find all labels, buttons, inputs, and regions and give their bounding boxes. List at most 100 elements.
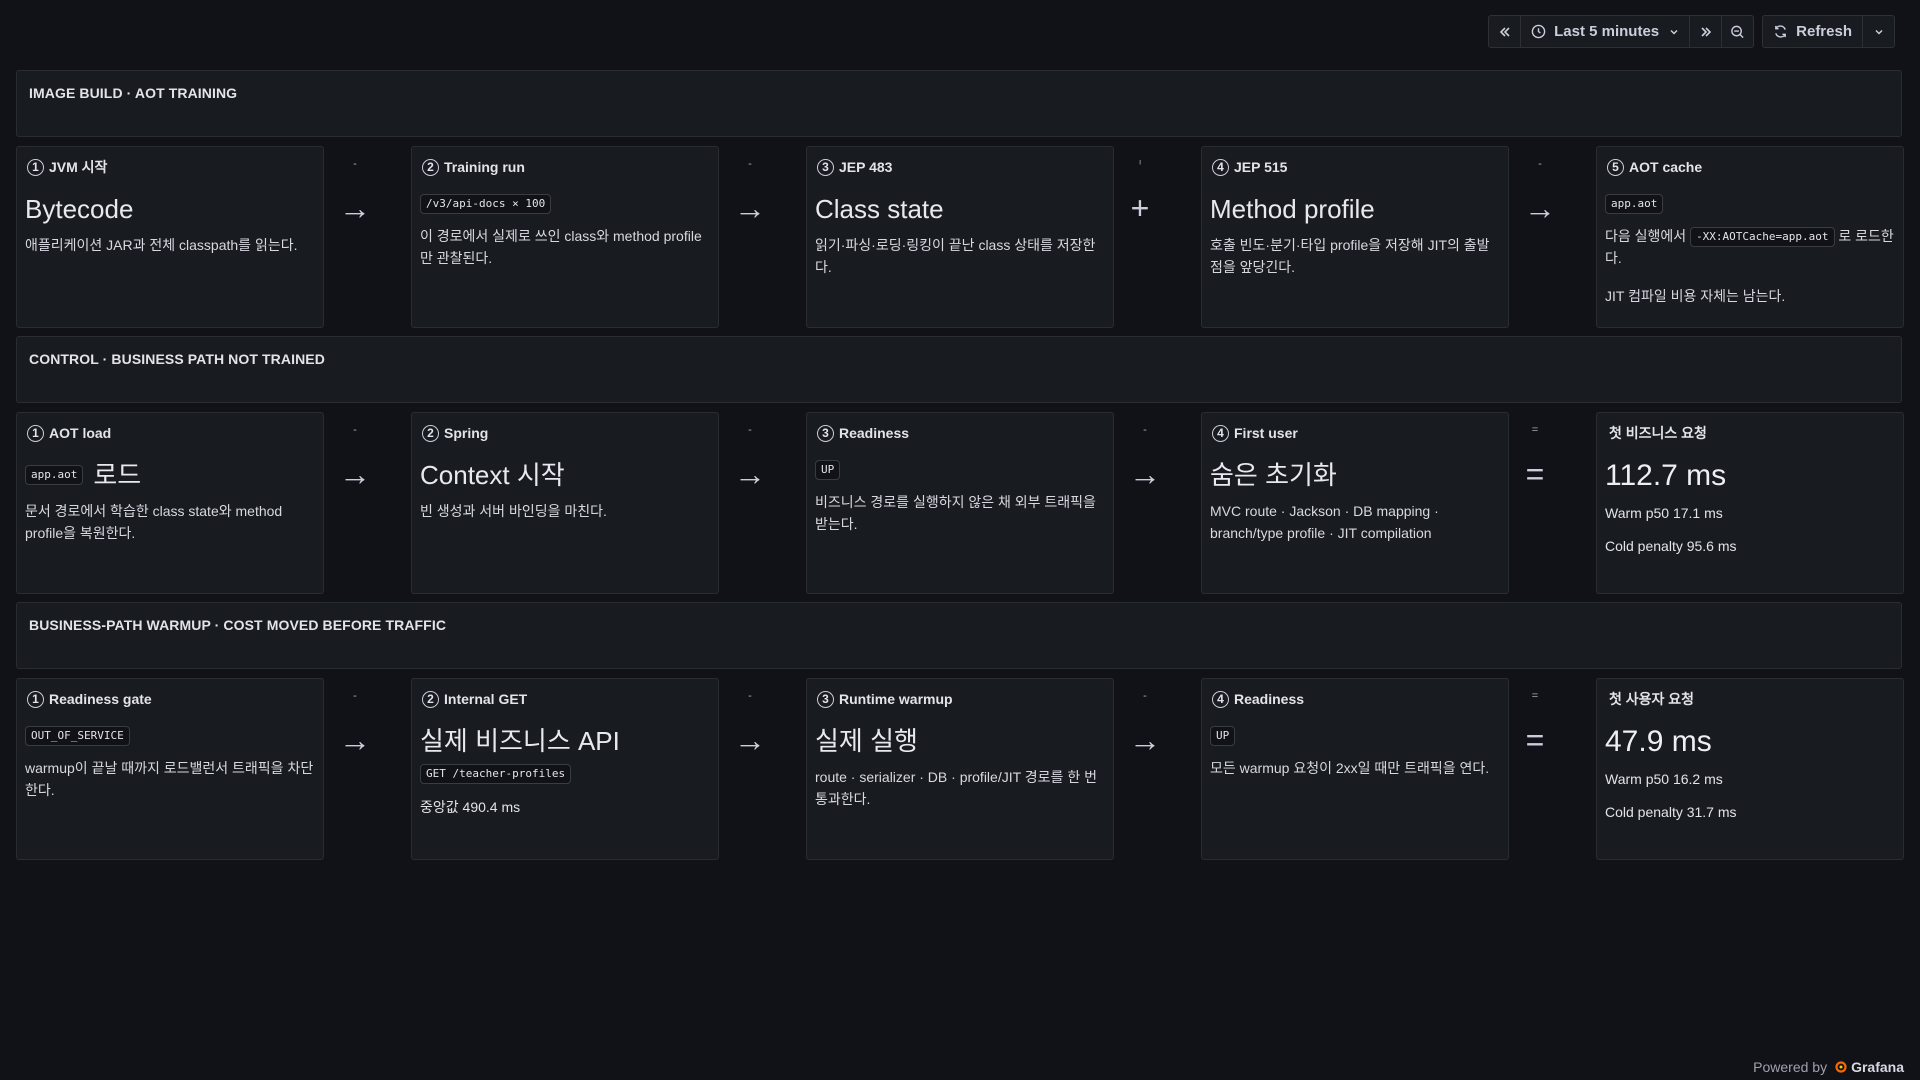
panel-title: JVM 시작 <box>49 159 108 175</box>
panel-readiness-up[interactable]: 4 Readiness UP 모든 warmup 요청이 2xx일 때만 트래픽을… <box>1201 678 1509 860</box>
panel-internal-get[interactable]: 2 Internal GET 실제 비즈니스 API GET /teacher-p… <box>411 678 719 860</box>
time-range-picker[interactable]: Last 5 minutes <box>1521 16 1691 47</box>
arrow-right-icon: → <box>339 722 371 758</box>
section-row-warmup[interactable]: BUSINESS-PATH WARMUP · COST MOVED BEFORE… <box>16 602 1902 669</box>
panel-header: 4 First user <box>1210 423 1500 443</box>
plus-icon: + <box>1130 190 1150 226</box>
panel-title: Internal GET <box>444 691 528 707</box>
arrow-right-icon: → <box>734 456 766 492</box>
step-number-icon: 1 <box>27 690 44 708</box>
panel-title: AOT cache <box>1629 159 1703 175</box>
panel-title: 첫 비즈니스 요청 <box>1609 425 1707 441</box>
arrow-right-icon: → <box>734 190 766 226</box>
panel-title: JEP 515 <box>1234 159 1288 175</box>
panel-readiness-gate[interactable]: 1 Readiness gate OUT_OF_SERVICE warmup이 끝… <box>16 678 324 860</box>
panel-description: 호출 빈도·분기·타입 profile을 저장해 JIT의 출발점을 앞당긴다. <box>1210 237 1490 275</box>
step-number-icon: 5 <box>1607 158 1624 176</box>
warm-p50-stat: Warm p50 16.2 ms <box>1605 771 1723 787</box>
panel-note: JIT 컴파일 비용 자체는 남는다. <box>1605 288 1786 305</box>
panel-first-user[interactable]: 4 First user 숨은 초기화 MVC route · Jackson ·… <box>1201 412 1509 594</box>
powered-by-footer[interactable]: Powered by Grafana <box>1753 1059 1904 1075</box>
double-chevron-right-icon <box>1701 26 1711 37</box>
metric-value: 112.7 ms <box>1605 459 1727 492</box>
panel-headline: 로드 <box>93 460 142 490</box>
chevron-down-icon <box>1670 29 1678 35</box>
grafana-brand: Grafana <box>1851 1059 1904 1075</box>
panel-header: 3 JEP 483 <box>815 157 1105 177</box>
zoom-out-button[interactable] <box>1722 16 1753 47</box>
step-number-icon: 1 <box>27 158 44 176</box>
panel-description: MVC route · Jackson · DB mapping · branc… <box>1210 503 1439 541</box>
section-title: CONTROL · BUSINESS PATH NOT TRAINED <box>29 351 325 367</box>
equals-icon: = <box>1525 456 1545 492</box>
panel-headline: 실제 비즈니스 API <box>420 726 620 756</box>
panel-title: Runtime warmup <box>839 691 953 707</box>
panel-training-run[interactable]: 2 Training run /v3/api-docs × 100 이 경로에서 … <box>411 146 719 328</box>
shift-back-button[interactable] <box>1489 16 1522 47</box>
panel-title: JEP 483 <box>839 159 893 175</box>
panel-header: 2 Training run <box>420 157 710 177</box>
panel-readiness[interactable]: 3 Readiness UP 비즈니스 경로를 실행하지 않은 채 외부 트래픽을… <box>806 412 1114 594</box>
step-number-icon: 2 <box>422 158 439 176</box>
panel-headline: Class state <box>815 194 944 224</box>
panel-spring[interactable]: 2 Spring Context 시작 빈 생성과 서버 바인딩을 마친다. <box>411 412 719 594</box>
metric-value: 47.9 ms <box>1605 725 1712 758</box>
panel-description: 다음 실행에서 -XX:AOTCache=app.aot 로 로드한다. <box>1605 227 1894 267</box>
panel-description: 빈 생성과 서버 바인딩을 마친다. <box>420 503 607 519</box>
panel-first-user-request[interactable]: 첫 사용자 요청 47.9 ms Warm p50 16.2 ms Cold p… <box>1596 678 1904 860</box>
panel-headline: Context 시작 <box>420 460 565 490</box>
arrow-right-icon: → <box>1129 722 1161 758</box>
panel-title: Spring <box>444 425 489 441</box>
refresh-group: Refresh <box>1762 15 1895 48</box>
panel-headline: Method profile <box>1210 194 1375 224</box>
panel-first-business-request[interactable]: 첫 비즈니스 요청 112.7 ms Warm p50 17.1 ms Cold… <box>1596 412 1904 594</box>
panel-jvm-start[interactable]: 1 JVM 시작 Bytecode 애플리케이션 JAR과 전체 classpat… <box>16 146 324 328</box>
panel-title: Readiness <box>1234 691 1305 707</box>
double-chevron-left-icon <box>1499 26 1510 37</box>
panel-description: 애플리케이션 JAR과 전체 classpath를 읽는다. <box>25 237 298 253</box>
chevron-down-icon <box>1874 29 1883 35</box>
panel-aot-load[interactable]: 1 AOT load app.aot 로드 문서 경로에서 학습한 class st… <box>16 412 324 594</box>
equals-icon: = <box>1525 722 1545 758</box>
step-number-icon: 3 <box>817 158 834 176</box>
panel-description: 이 경로에서 실제로 쓰인 class와 method profile만 관찰된… <box>420 228 702 266</box>
panel-header: 첫 비즈니스 요청 <box>1605 423 1895 443</box>
powered-by-text: Powered by <box>1753 1059 1828 1075</box>
step-number-icon: 4 <box>1212 424 1229 442</box>
panel-title: First user <box>1234 425 1298 441</box>
zoom-out-icon <box>1731 25 1744 38</box>
arrow-right-icon: → <box>1129 456 1161 492</box>
panel-title: Readiness gate <box>49 691 152 707</box>
code-badge: GET /teacher-profiles <box>420 764 572 784</box>
panel-title: 첫 사용자 요청 <box>1609 691 1695 707</box>
panel-headline: 실제 실행 <box>815 726 918 756</box>
panel-description: warmup이 끝날 때까지 로드밸런서 트래픽을 차단한다. <box>25 760 314 798</box>
code-badge: app.aot <box>1605 194 1664 214</box>
panel-header: 1 JVM 시작 <box>25 157 315 177</box>
panel-title: Training run <box>444 159 525 175</box>
section-row-aot-training[interactable]: IMAGE BUILD · AOT TRAINING <box>16 70 1902 137</box>
panel-jep-515[interactable]: 4 JEP 515 Method profile 호출 빈도·분기·타입 prof… <box>1201 146 1509 328</box>
time-toolbar: Last 5 minutes Refresh <box>1488 15 1895 48</box>
panel-header: 3 Runtime warmup <box>815 689 1105 709</box>
panel-runtime-warmup[interactable]: 3 Runtime warmup 실제 실행 route · serializer… <box>806 678 1114 860</box>
refresh-interval-dropdown[interactable] <box>1863 16 1894 47</box>
panel-description: route · serializer · DB · profile/JIT 경로… <box>815 769 1097 807</box>
cold-penalty-stat: Cold penalty 31.7 ms <box>1605 804 1737 820</box>
panel-jep-483[interactable]: 3 JEP 483 Class state 읽기·파싱·로딩·링킹이 끝난 cla… <box>806 146 1114 328</box>
step-number-icon: 2 <box>422 690 439 708</box>
panel-headline: 숨은 초기화 <box>1210 460 1337 490</box>
panel-title: Readiness <box>839 425 910 441</box>
median-stat: 중앙값 490.4 ms <box>420 799 521 815</box>
clock-icon <box>1531 24 1546 39</box>
arrow-right-icon: → <box>339 190 371 226</box>
step-number-icon: 4 <box>1212 158 1229 176</box>
panel-header: 첫 사용자 요청 <box>1605 689 1895 709</box>
section-row-control[interactable]: CONTROL · BUSINESS PATH NOT TRAINED <box>16 336 1902 403</box>
shift-forward-button[interactable] <box>1690 16 1723 47</box>
panel-aot-cache[interactable]: 5 AOT cache app.aot 다음 실행에서 -XX:AOTCache=… <box>1596 146 1904 328</box>
section-title: IMAGE BUILD · AOT TRAINING <box>29 85 238 101</box>
panel-header: 1 AOT load <box>25 423 315 443</box>
section-title: BUSINESS-PATH WARMUP · COST MOVED BEFORE… <box>29 617 447 633</box>
refresh-button[interactable]: Refresh <box>1763 16 1863 47</box>
